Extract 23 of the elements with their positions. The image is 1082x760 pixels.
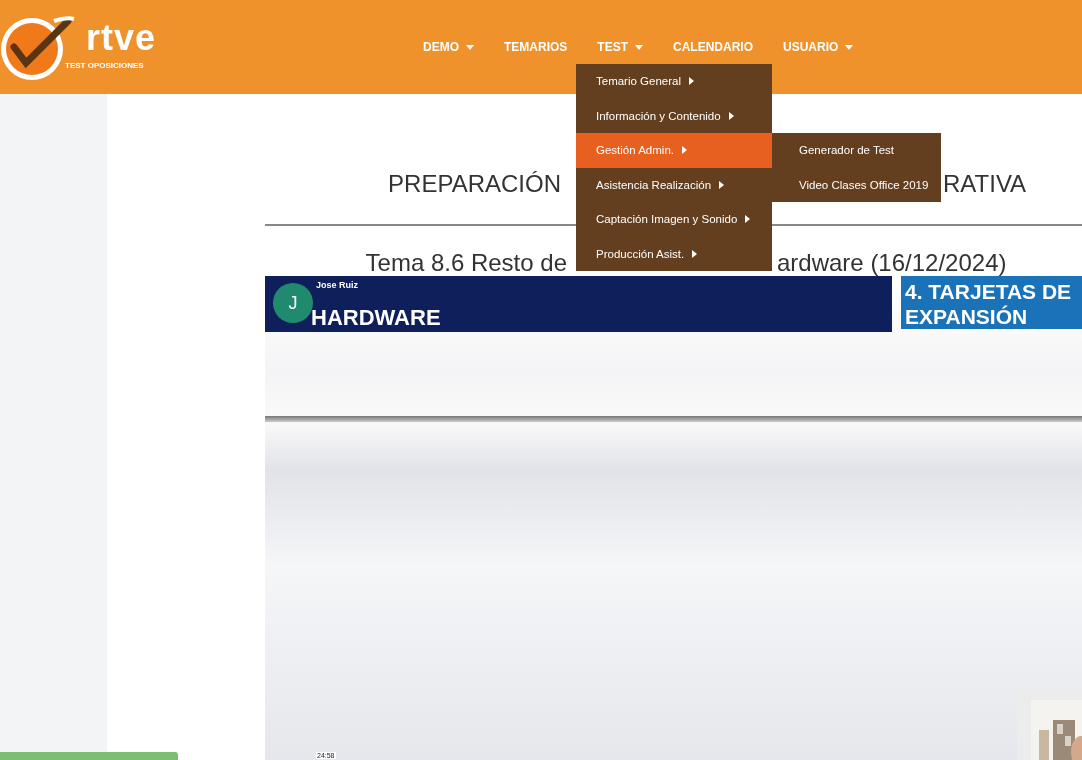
menu-item[interactable]: Video Clases Office 2019	[772, 167, 941, 202]
menu-item[interactable]: Captación Imagen y Sonido	[576, 202, 772, 237]
logo-tagline: TEST OPOSICIONES	[65, 61, 144, 71]
page-title: RATIVA	[943, 170, 1027, 198]
page-title: PREPARACIÓN	[388, 170, 561, 198]
caret-icon	[692, 249, 698, 258]
lesson-title: ardware (16/12/2024)	[777, 248, 1007, 278]
slide-heading: 4. TARJETAS DE EXPANSIÓN	[901, 276, 1082, 329]
menu-item[interactable]: Temario General	[576, 64, 772, 99]
caret-icon	[682, 146, 687, 155]
menu-item[interactable]: Generador de Test	[772, 133, 941, 168]
logo-wordmark: rtve	[86, 20, 157, 56]
caret-icon	[745, 215, 751, 224]
lesson-title: Tema 8.6 Resto de	[365, 248, 567, 278]
presenter-name: Jose Ruiz	[316, 280, 358, 290]
slide-title: HARDWARE	[311, 306, 441, 330]
caret-icon	[719, 180, 725, 189]
caret-icon	[728, 111, 734, 120]
menu-item[interactable]: Producción Asist.	[576, 236, 772, 271]
menu-item[interactable]: Asistencia Realización	[576, 167, 772, 202]
presenter-avatar: J	[273, 283, 313, 323]
menu-item[interactable]: Información y Contenido	[576, 98, 772, 133]
caret-icon	[689, 77, 694, 86]
